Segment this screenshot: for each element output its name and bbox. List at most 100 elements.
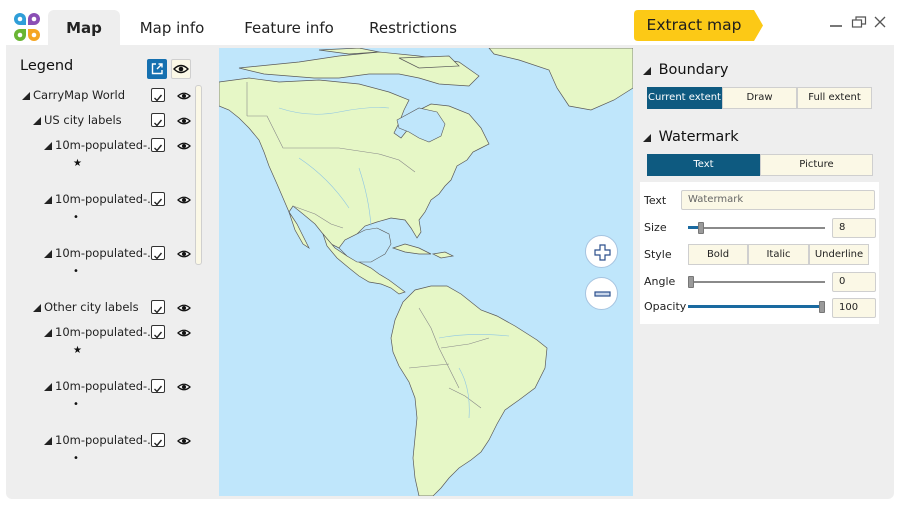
slider-thumb[interactable] <box>819 301 825 313</box>
layer-checkbox[interactable] <box>151 325 165 339</box>
layer-checkbox[interactable] <box>151 300 165 314</box>
legend-layer-row[interactable]: 10m-populated-... <box>44 135 158 155</box>
map-view[interactable] <box>219 48 633 496</box>
slider-fill <box>688 305 819 308</box>
tab-restrictions[interactable]: Restrictions <box>354 10 472 45</box>
app-logo-icon <box>14 13 40 41</box>
angle-input[interactable]: 0 <box>832 272 876 292</box>
checkmark-icon <box>154 306 163 314</box>
legend-layer-row[interactable]: 10m-populated-... <box>44 322 158 342</box>
legend-layer-row[interactable]: Other city labels <box>33 297 139 317</box>
layer-checkbox[interactable] <box>151 246 165 260</box>
layer-visibility-toggle[interactable] <box>177 113 191 127</box>
layer-visibility-toggle[interactable] <box>177 192 191 206</box>
dot-symbol-icon: • <box>73 399 79 410</box>
tab-feature-info[interactable]: Feature info <box>224 10 354 45</box>
layer-checkbox[interactable] <box>151 138 165 152</box>
layer-visibility-toggle[interactable] <box>177 246 191 260</box>
text-label: Text <box>644 194 667 207</box>
landmass-baja <box>288 211 310 250</box>
legend-visibility-button[interactable] <box>171 59 191 79</box>
size-slider[interactable] <box>688 222 825 234</box>
layer-visibility-toggle[interactable] <box>177 88 191 102</box>
opacity-label: Opacity <box>644 300 687 313</box>
eye-icon <box>177 437 191 445</box>
legend-layer-row[interactable]: CarryMap World <box>22 85 125 105</box>
legend-scrollbar[interactable] <box>195 85 202 265</box>
dot-symbol-icon: • <box>73 212 79 223</box>
checkmark-icon <box>154 119 163 127</box>
landmass-south-america <box>390 285 548 496</box>
tab-map-info[interactable]: Map info <box>120 10 224 45</box>
layer-visibility-toggle[interactable] <box>177 433 191 447</box>
full-extent-button[interactable]: Full extent <box>797 87 872 109</box>
checkmark-icon <box>154 331 163 339</box>
layer-visibility-toggle[interactable] <box>177 138 191 152</box>
legend-panel: Legend CarryMap World US city labels 10m-p… <box>6 45 218 499</box>
bold-button[interactable]: Bold <box>688 244 748 265</box>
angle-slider[interactable] <box>688 276 825 288</box>
expand-triangle-icon[interactable] <box>44 196 52 204</box>
eye-icon <box>177 92 191 100</box>
expand-triangle-icon[interactable] <box>44 142 52 150</box>
extract-map-label: Extract map <box>646 16 742 34</box>
underline-button[interactable]: Underline <box>809 244 869 265</box>
watermark-picture-button[interactable]: Picture <box>760 154 873 176</box>
legend-layer-row[interactable]: 10m-populated-... <box>44 189 158 209</box>
extract-map-button[interactable]: Extract map <box>634 10 763 41</box>
expand-triangle-icon[interactable] <box>44 383 52 391</box>
minus-icon <box>594 291 611 297</box>
checkmark-icon <box>154 252 163 260</box>
watermark-type-options: Text Picture <box>647 154 873 176</box>
current-extent-button[interactable]: Current extent <box>647 87 722 109</box>
expand-triangle-icon[interactable] <box>22 92 30 100</box>
layer-checkbox[interactable] <box>151 433 165 447</box>
legend-title: Legend <box>20 58 74 74</box>
legend-layer-row[interactable]: US city labels <box>33 110 122 130</box>
minimize-icon[interactable] <box>826 12 846 32</box>
legend-export-button[interactable] <box>147 59 167 79</box>
expand-triangle-icon[interactable] <box>33 117 41 125</box>
legend-layer-row[interactable]: 10m-populated-... <box>44 376 158 396</box>
draw-button[interactable]: Draw <box>722 87 797 109</box>
expand-triangle-icon[interactable] <box>33 304 41 312</box>
watermark-title: Watermark <box>658 129 739 145</box>
layer-label: 10m-populated-... <box>55 138 159 152</box>
expand-triangle-icon[interactable] <box>44 250 52 258</box>
dot-symbol-icon: • <box>73 453 79 464</box>
layer-label: CarryMap World <box>33 88 126 102</box>
legend-layer-row[interactable]: 10m-populated-... <box>44 430 158 450</box>
italic-button[interactable]: Italic <box>748 244 809 265</box>
zoom-in-button[interactable] <box>585 235 618 268</box>
layer-visibility-toggle[interactable] <box>177 300 191 314</box>
opacity-input[interactable]: 100 <box>832 298 876 318</box>
collapse-triangle-icon <box>643 134 651 142</box>
layer-checkbox[interactable] <box>151 113 165 127</box>
layer-label: 10m-populated-... <box>55 433 159 447</box>
legend-layer-row[interactable]: 10m-populated-... <box>44 243 158 263</box>
watermark-text-button[interactable]: Text <box>647 154 760 176</box>
expand-triangle-icon[interactable] <box>44 329 52 337</box>
watermark-section-header[interactable]: Watermark <box>643 129 739 145</box>
layer-checkbox[interactable] <box>151 379 165 393</box>
restore-icon[interactable] <box>849 12 869 32</box>
boundary-section-header[interactable]: Boundary <box>643 62 728 78</box>
main-tabs: Map Map info Feature info Restrictions <box>48 10 472 45</box>
opacity-slider[interactable] <box>688 301 825 313</box>
expand-triangle-icon[interactable] <box>44 437 52 445</box>
tab-map[interactable]: Map <box>48 10 120 45</box>
layer-visibility-toggle[interactable] <box>177 325 191 339</box>
eye-icon <box>177 142 191 150</box>
zoom-out-button[interactable] <box>585 277 618 310</box>
slider-thumb[interactable] <box>698 222 704 234</box>
layer-checkbox[interactable] <box>151 192 165 206</box>
close-icon[interactable] <box>870 12 890 32</box>
eye-icon <box>177 250 191 258</box>
layer-visibility-toggle[interactable] <box>177 379 191 393</box>
star-symbol-icon: ★ <box>73 158 82 169</box>
slider-thumb[interactable] <box>688 276 694 288</box>
layer-checkbox[interactable] <box>151 88 165 102</box>
watermark-text-input[interactable]: Watermark <box>681 190 875 210</box>
slider-fill <box>688 226 698 229</box>
size-input[interactable]: 8 <box>832 218 876 238</box>
